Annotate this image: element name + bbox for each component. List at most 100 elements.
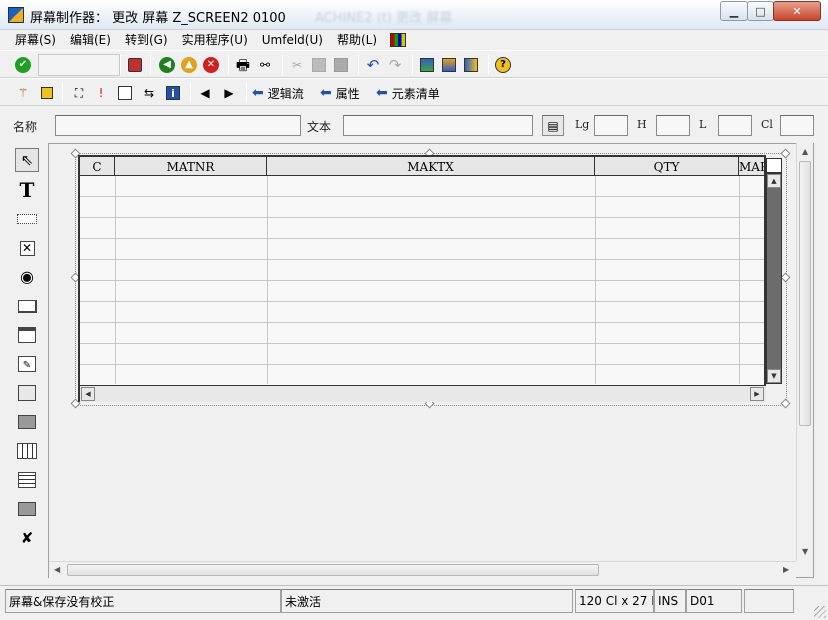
palette-pushbutton[interactable] <box>15 294 39 318</box>
close-button[interactable]: ✕ <box>773 1 821 21</box>
column-header-qty[interactable]: QTY <box>595 157 739 176</box>
marker-button[interactable]: ! <box>92 84 110 102</box>
column-header-mar[interactable]: MAR <box>739 157 764 176</box>
canvas-vertical-thumb[interactable] <box>799 161 811 426</box>
column-divider <box>267 176 268 384</box>
find-button[interactable]: ⚯ <box>256 56 274 74</box>
copy-button[interactable] <box>310 56 328 74</box>
table-scroll-up-icon[interactable]: ▲ <box>767 174 781 188</box>
attributes-button[interactable]: ⬅ 属性 <box>320 84 360 102</box>
paste-button[interactable] <box>332 56 350 74</box>
redo-button[interactable]: ↷ <box>386 56 404 74</box>
palette-status-icon[interactable]: ✘ <box>15 526 39 550</box>
command-field[interactable] <box>38 54 120 76</box>
canvas-vertical-scrollbar[interactable]: ▲ ▼ <box>796 143 813 561</box>
table-scroll-left-icon[interactable]: ◀ <box>81 387 95 401</box>
logic-flow-button[interactable]: ⬅ 逻辑流 <box>252 84 304 102</box>
palette-checkbox[interactable]: ✕ <box>15 236 39 260</box>
palette-table-control[interactable] <box>15 439 39 463</box>
help-button[interactable]: ? <box>494 56 512 74</box>
resize-grip-icon[interactable] <box>814 606 826 618</box>
pushbutton-icon <box>17 299 37 313</box>
text-input[interactable] <box>343 115 533 136</box>
table-row[interactable] <box>80 365 764 386</box>
palette-text-field[interactable]: T <box>15 178 39 202</box>
table-row[interactable] <box>80 323 764 344</box>
table-row[interactable] <box>80 218 764 239</box>
lg-input[interactable] <box>594 115 628 136</box>
menu-goto[interactable]: 转到(G) <box>118 30 175 50</box>
table-vertical-scrollbar[interactable]: ▲ ▼ <box>766 173 782 384</box>
canvas-horizontal-thumb[interactable] <box>67 564 599 576</box>
text-editor-button[interactable]: ▤ <box>542 115 564 136</box>
l-input[interactable] <box>718 115 752 136</box>
toolbar-separator <box>150 55 151 75</box>
palette-input-field[interactable] <box>15 207 39 231</box>
cancel-button[interactable]: ✕ <box>202 56 220 74</box>
palette-tabstrip-wizard[interactable]: ✎ <box>15 352 39 376</box>
enter-button[interactable]: ✔ <box>14 56 32 74</box>
undo-button[interactable]: ↶ <box>364 56 382 74</box>
pointer-icon: ⇖ <box>20 151 34 169</box>
dictionary-fields-button[interactable] <box>116 84 134 102</box>
column-header-matnr[interactable]: MATNR <box>115 157 267 176</box>
table-scroll-right-icon[interactable]: ▶ <box>750 387 764 401</box>
network-button[interactable]: ⇆ <box>140 84 158 102</box>
table-row[interactable] <box>80 176 764 197</box>
table-control[interactable]: C MATNR MAKTX QTY MAR <box>78 155 766 402</box>
table-horizontal-scrollbar[interactable]: ◀ ▶ <box>80 385 766 402</box>
maximize-button[interactable]: □ <box>747 1 774 21</box>
info-button[interactable]: i <box>164 84 182 102</box>
toolbar-separator <box>282 55 283 75</box>
layout-icon <box>464 58 478 72</box>
palette-table-control-wizard[interactable] <box>15 468 39 492</box>
name-input[interactable] <box>55 115 301 136</box>
triangle-left-icon: ◀ <box>200 86 210 100</box>
canvas-horizontal-scrollbar[interactable]: ◀ ▶ <box>49 561 796 578</box>
menu-environment[interactable]: Umfeld(U) <box>255 30 330 50</box>
palette-custom-control[interactable] <box>15 497 39 521</box>
print-button[interactable]: 🖶 <box>234 56 252 74</box>
table-row[interactable] <box>80 239 764 260</box>
h-input[interactable] <box>656 115 690 136</box>
toolbar-separator <box>190 83 191 103</box>
element-list-button[interactable]: ⬅ 元素清单 <box>376 84 440 102</box>
table-row[interactable] <box>80 344 764 365</box>
layout-2-button[interactable] <box>440 56 458 74</box>
palette-radio-button[interactable]: ◉ <box>15 264 39 288</box>
menu-utilities[interactable]: 实用程序(U) <box>175 30 255 50</box>
cut-button[interactable]: ✂ <box>288 56 306 74</box>
layout-1-button[interactable] <box>418 56 436 74</box>
toolbar-separator <box>120 55 121 75</box>
column-header-maktx[interactable]: MAKTX <box>267 157 595 176</box>
triangle-right-icon: ▶ <box>224 86 234 100</box>
back-button[interactable]: ◀ <box>158 56 176 74</box>
table-row[interactable] <box>80 260 764 281</box>
info-icon: i <box>166 86 180 100</box>
palette-tabstrip[interactable] <box>15 323 39 347</box>
table-config-icon[interactable] <box>766 158 782 173</box>
next-button[interactable]: ▶ <box>220 84 238 102</box>
palette-subscreen[interactable] <box>15 410 39 434</box>
customize-layout-icon[interactable] <box>390 33 407 47</box>
menu-help[interactable]: 帮助(L) <box>330 30 384 50</box>
table-scroll-down-icon[interactable]: ▼ <box>767 369 781 383</box>
table-row[interactable] <box>80 197 764 218</box>
menu-edit[interactable]: 编辑(E) <box>63 30 118 50</box>
minimize-button[interactable]: ▁ <box>720 1 748 21</box>
check-syntax-button[interactable]: ⚚ <box>14 84 32 102</box>
menu-screen[interactable]: 屏幕(S) <box>8 30 63 50</box>
save-button[interactable] <box>126 56 144 74</box>
palette-box[interactable] <box>15 381 39 405</box>
table-row[interactable] <box>80 302 764 323</box>
previous-button[interactable]: ◀ <box>196 84 214 102</box>
table-row[interactable] <box>80 281 764 302</box>
hierarchy-button[interactable]: ⛶ <box>70 84 88 102</box>
scroll-left-icon: ◀ <box>54 565 61 574</box>
column-header-c[interactable]: C <box>80 157 115 176</box>
object-button[interactable] <box>38 84 56 102</box>
layout-3-button[interactable] <box>462 56 480 74</box>
exit-button[interactable]: ▲ <box>180 56 198 74</box>
palette-pointer[interactable]: ⇖ <box>15 148 39 172</box>
cl-input[interactable] <box>780 115 814 136</box>
